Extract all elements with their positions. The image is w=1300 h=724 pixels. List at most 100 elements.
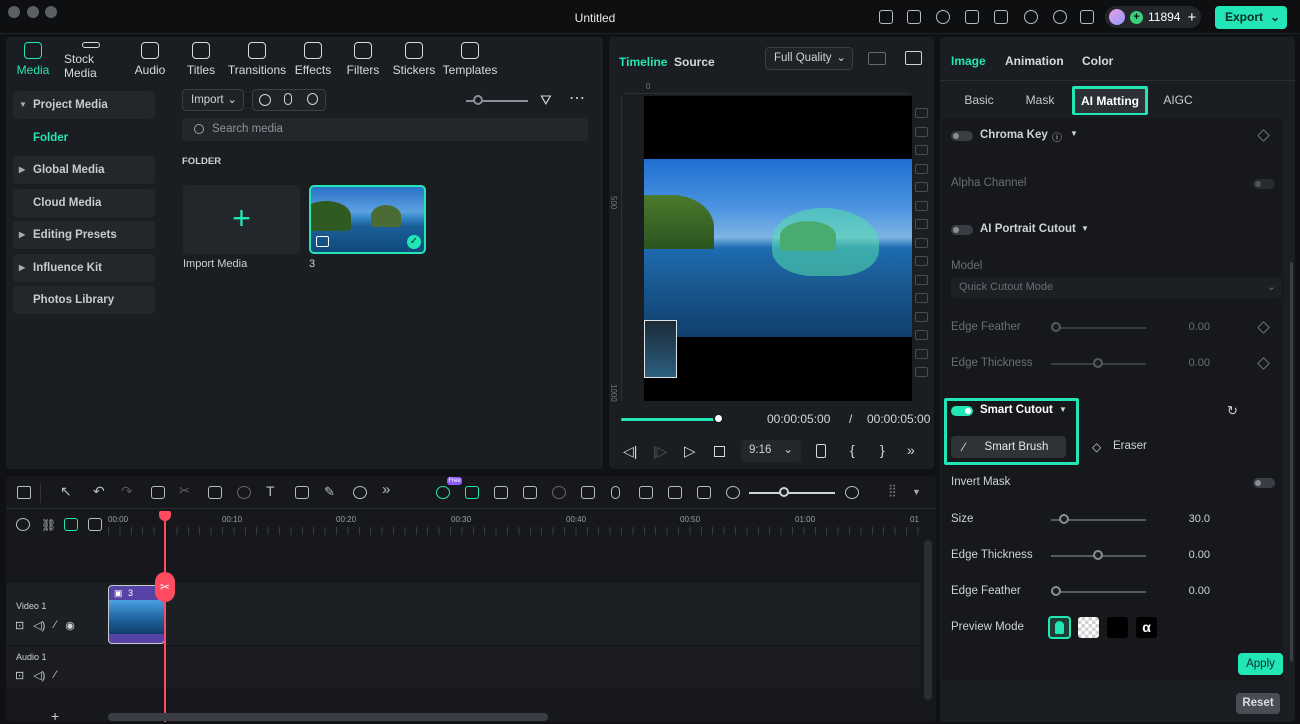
more-options-icon[interactable]: ⋯	[569, 88, 585, 108]
mixer-icon[interactable]	[639, 486, 653, 499]
nav-filters[interactable]: Filters	[338, 38, 388, 84]
caret-down-icon[interactable]: ▼	[1081, 224, 1089, 233]
search-input[interactable]: Search media	[182, 118, 588, 141]
apply-button[interactable]: Apply	[1238, 653, 1283, 675]
nav-templates[interactable]: Templates	[440, 38, 500, 84]
model-dropdown[interactable]: Quick Cutout Mode ⌄	[951, 277, 1282, 298]
undo-icon[interactable]: ↶	[93, 483, 107, 499]
image-edit-icon[interactable]	[523, 486, 537, 499]
reset-icon[interactable]: ↻	[1227, 403, 1238, 419]
filter-icon[interactable]: ⛛	[540, 92, 552, 109]
eraser-icon[interactable]: ◇	[1092, 440, 1101, 454]
zoom-in-icon[interactable]	[845, 486, 859, 499]
play-icon[interactable]: ▷	[684, 442, 696, 460]
lock-icon[interactable]: ⊡	[15, 669, 24, 682]
smart-cutout-toggle[interactable]	[951, 406, 973, 416]
tab-basic[interactable]: Basic	[954, 88, 1004, 112]
aspect-dropdown[interactable]: 9:16 ⌄	[741, 440, 801, 462]
sidebar-item-global-media[interactable]: ▶ Global Media	[13, 156, 155, 184]
export-clip-icon[interactable]	[494, 486, 508, 499]
preview-mode-alpha[interactable]: α	[1136, 617, 1157, 638]
ai-mate-icon[interactable]	[436, 486, 450, 499]
playhead[interactable]	[164, 511, 166, 722]
stabilize-icon[interactable]	[552, 486, 566, 499]
support-icon[interactable]	[1053, 10, 1067, 24]
split-icon[interactable]: ✂	[179, 483, 193, 498]
invert-mask-toggle[interactable]	[1253, 478, 1275, 488]
edge-thickness-knob[interactable]	[1093, 358, 1103, 368]
import-dropdown[interactable]: Import ⌄	[182, 89, 244, 111]
prev-frame-icon[interactable]: ◁|	[623, 443, 637, 460]
size-knob[interactable]	[1059, 514, 1069, 524]
nav-stickers[interactable]: Stickers	[388, 38, 440, 84]
caret-right-icon[interactable]: ▶	[19, 254, 25, 282]
zoom-out-icon[interactable]	[726, 486, 740, 499]
zoom-knob[interactable]	[779, 487, 789, 497]
playback-progress[interactable]	[621, 418, 719, 421]
redo-icon[interactable]: ↷	[121, 483, 135, 499]
link-icon[interactable]: ⛓	[41, 518, 56, 532]
track-icon[interactable]	[88, 518, 102, 531]
timeline-vscroll[interactable]	[924, 540, 932, 700]
microphone-icon[interactable]	[284, 93, 292, 105]
preview-mode-portrait[interactable]	[1048, 616, 1071, 639]
caret-down-icon[interactable]: ▼	[912, 487, 926, 500]
cutout-mask[interactable]	[772, 208, 879, 276]
community-icon[interactable]	[936, 10, 950, 24]
sidebar-item-influence-kit[interactable]: ▶ Influence Kit	[13, 253, 155, 282]
media-thumbnail[interactable]: ✓	[309, 185, 426, 254]
mark-in-icon[interactable]: {	[850, 442, 855, 458]
chroma-key-toggle[interactable]	[951, 131, 973, 141]
properties-scrollbar[interactable]	[1290, 262, 1293, 662]
eye-icon[interactable]: ◉	[65, 619, 75, 632]
cloud-icon[interactable]	[1024, 10, 1038, 24]
edge-thickness2-knob[interactable]	[1093, 550, 1103, 560]
nav-titles[interactable]: Titles	[176, 38, 226, 84]
color-match-icon[interactable]	[295, 486, 309, 499]
tab-animation[interactable]: Animation	[1005, 54, 1064, 68]
settings-icon[interactable]	[16, 518, 30, 531]
volume-icon[interactable]: ◁)	[33, 669, 45, 682]
timeline-hscroll[interactable]	[108, 713, 548, 721]
lock-icon[interactable]: ⊡	[15, 619, 24, 632]
microphone-icon[interactable]	[611, 486, 620, 499]
tab-source[interactable]: Source	[674, 55, 715, 69]
edge-feather2-slider[interactable]	[1051, 591, 1146, 593]
tab-image[interactable]: Image	[951, 54, 986, 68]
nav-audio[interactable]: Audio	[124, 38, 176, 84]
tab-ai-matting[interactable]: AI Matting	[1075, 89, 1145, 113]
eraser-label[interactable]: Eraser	[1113, 440, 1147, 452]
fullscreen-icon[interactable]	[816, 444, 826, 458]
sidebar-item-cloud-media[interactable]: Cloud Media	[13, 188, 155, 217]
snap-icon[interactable]	[64, 518, 78, 531]
preview-mode-transparent[interactable]	[1078, 617, 1099, 638]
layout-icon[interactable]	[965, 10, 979, 24]
playback-knob[interactable]	[713, 413, 724, 424]
nav-media[interactable]: Media	[8, 38, 58, 84]
magic-icon[interactable]: ⁄	[54, 669, 56, 682]
grid-icon[interactable]	[1080, 10, 1094, 24]
avatar[interactable]	[1109, 9, 1125, 25]
edge-feather-knob[interactable]	[1051, 322, 1061, 332]
select-tool-icon[interactable]: ↖	[60, 483, 74, 499]
fit-timeline-icon[interactable]	[697, 486, 711, 499]
caret-down-icon[interactable]: ▼	[1070, 129, 1078, 138]
more-tools-icon[interactable]: »	[907, 442, 915, 458]
alpha-channel-toggle[interactable]	[1253, 179, 1275, 189]
tab-color[interactable]: Color	[1082, 54, 1113, 68]
shield-icon[interactable]	[581, 486, 595, 499]
crop-icon[interactable]	[208, 486, 222, 499]
next-frame-icon[interactable]: |▷	[653, 443, 667, 460]
sidebar-item-folder[interactable]: Folder	[13, 124, 155, 152]
reset-button[interactable]: Reset	[1236, 693, 1280, 714]
caret-right-icon[interactable]: ▶	[19, 156, 25, 184]
caret-right-icon[interactable]: ▶	[19, 221, 25, 249]
text-icon[interactable]: T	[266, 483, 280, 499]
pen-icon[interactable]: ✎	[324, 484, 338, 499]
caret-down-icon[interactable]: ▼	[19, 91, 27, 119]
help-icon[interactable]: ⓘ	[1052, 129, 1062, 144]
edge-feather2-knob[interactable]	[1051, 586, 1061, 596]
more-icon[interactable]: »	[382, 481, 396, 498]
gift-icon[interactable]	[879, 10, 893, 24]
split-scissors-icon[interactable]: ✂	[155, 572, 175, 602]
